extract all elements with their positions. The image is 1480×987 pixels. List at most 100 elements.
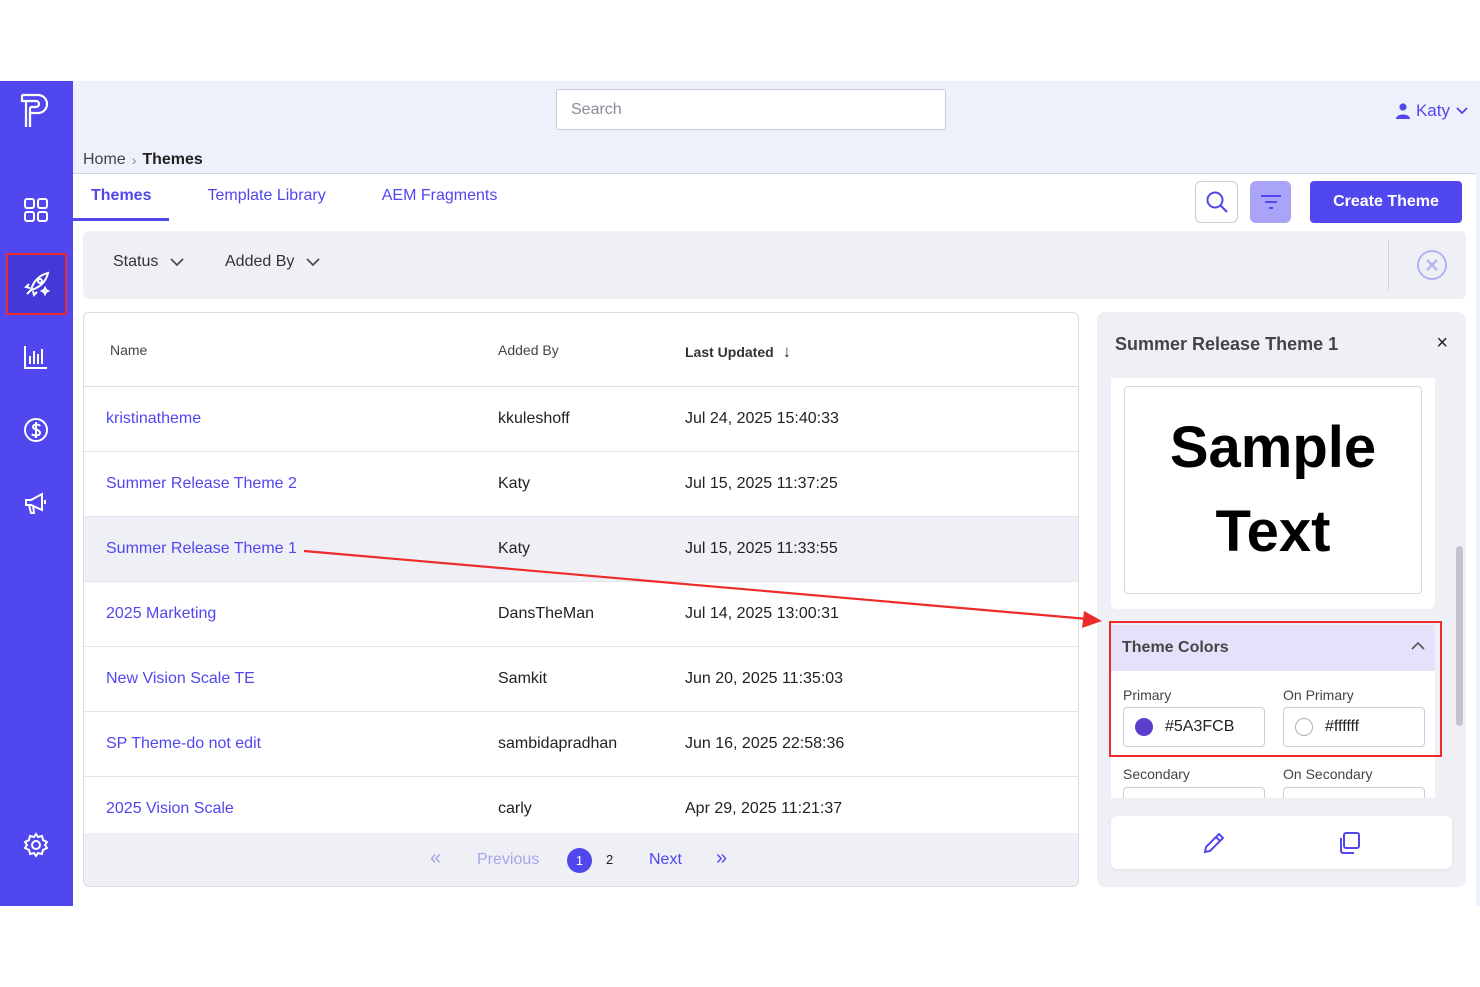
tab-themes[interactable]: Themes — [73, 174, 170, 221]
secondary-color-field[interactable] — [1123, 787, 1265, 798]
theme-detail-panel: Summer Release Theme 1 × Sample Text The… — [1097, 312, 1466, 887]
theme-added-by: kkuleshoff — [498, 410, 570, 427]
filter-toggle-button[interactable] — [1250, 181, 1291, 223]
table-header: Name Added By Last Updated ↓ — [84, 313, 1078, 387]
col-last-updated-label: Last Updated — [685, 344, 774, 360]
user-name: Katy — [1415, 101, 1450, 120]
sample-text-card: Sample Text — [1111, 378, 1435, 609]
table-row[interactable]: 2025 Marketing DansTheMan Jul 14, 2025 1… — [84, 582, 1078, 647]
added-by-filter-label: Added By — [225, 253, 295, 270]
first-page-button[interactable]: « — [430, 847, 441, 870]
secondary-color-label: Secondary — [1123, 766, 1190, 782]
logo-icon[interactable] — [16, 89, 56, 133]
user-menu[interactable]: Katy — [1395, 101, 1468, 121]
theme-colors-accordion-header[interactable]: Theme Colors — [1111, 625, 1435, 671]
tab-bar: Themes Template Library AEM Fragments — [73, 174, 535, 222]
filter-icon — [1260, 195, 1281, 209]
status-filter-dropdown[interactable]: Status — [113, 253, 184, 271]
chevron-up-icon — [1411, 637, 1425, 655]
sample-text-line2: Text — [1215, 499, 1331, 564]
chevron-down-icon — [1456, 107, 1468, 115]
chevron-down-icon — [306, 257, 320, 266]
theme-name-link[interactable]: SP Theme-do not edit — [106, 735, 261, 753]
tab-aem-fragments[interactable]: AEM Fragments — [364, 174, 516, 221]
on-primary-color-field[interactable]: #ffffff — [1283, 707, 1425, 747]
theme-last-updated: Apr 29, 2025 11:21:37 — [685, 800, 843, 817]
col-last-updated-header[interactable]: Last Updated ↓ — [685, 342, 791, 362]
search-input[interactable] — [556, 89, 946, 130]
on-secondary-color-field[interactable] — [1283, 787, 1425, 798]
sample-text-preview: Sample Text — [1124, 386, 1422, 594]
campaigns-megaphone-icon[interactable] — [14, 481, 58, 525]
filter-divider — [1388, 241, 1389, 291]
next-page-button[interactable]: Next — [649, 851, 682, 869]
filter-bar: Status Added By — [83, 231, 1466, 299]
primary-color-field[interactable]: #5A3FCB — [1123, 707, 1265, 747]
search-toggle-button[interactable] — [1195, 181, 1238, 223]
breadcrumb: Home › Themes — [83, 151, 203, 169]
theme-name-link[interactable]: New Vision Scale TE — [106, 670, 255, 688]
theme-last-updated: Jun 16, 2025 22:58:36 — [685, 735, 845, 752]
theme-added-by: Samkit — [498, 670, 547, 687]
theme-name-link[interactable]: Summer Release Theme 2 — [106, 475, 297, 493]
sidebar — [0, 81, 73, 906]
billing-dollar-icon[interactable] — [14, 408, 58, 452]
panel-actions — [1111, 816, 1452, 869]
previous-page-button[interactable]: Previous — [477, 851, 539, 869]
edit-pencil-icon[interactable] — [1199, 828, 1229, 858]
last-page-button[interactable]: » — [716, 847, 727, 870]
theme-last-updated: Jul 14, 2025 13:00:31 — [685, 605, 839, 622]
analytics-icon[interactable] — [14, 335, 58, 379]
theme-name-link[interactable]: 2025 Marketing — [106, 605, 216, 623]
primary-color-value: #5A3FCB — [1165, 718, 1235, 735]
col-name-header[interactable]: Name — [110, 342, 147, 358]
theme-last-updated: Jul 24, 2025 15:40:33 — [685, 410, 839, 427]
app-window: Katy Home › Themes Themes Template Libra… — [0, 81, 1480, 906]
table-row[interactable]: New Vision Scale TE Samkit Jun 20, 2025 … — [84, 647, 1078, 712]
col-added-by-header[interactable]: Added By — [498, 342, 559, 358]
theme-added-by: carly — [498, 800, 532, 817]
table-row-selected[interactable]: Summer Release Theme 1 Katy Jul 15, 2025… — [84, 517, 1078, 582]
on-primary-color-swatch[interactable] — [1295, 718, 1313, 736]
settings-gear-icon[interactable] — [14, 823, 58, 867]
tab-template-library[interactable]: Template Library — [189, 174, 343, 221]
panel-scroll-area[interactable]: Sample Text Theme Colors Primary On Prim… — [1111, 378, 1449, 798]
clear-filters-button[interactable] — [1403, 241, 1461, 289]
panel-scrollbar[interactable] — [1456, 546, 1463, 726]
primary-color-swatch[interactable] — [1135, 718, 1153, 736]
theme-colors-heading: Theme Colors — [1122, 639, 1229, 656]
table-row[interactable]: SP Theme-do not edit sambidapradhan Jun … — [84, 712, 1078, 777]
pagination: « Previous 1 2 Next » — [84, 833, 1078, 886]
breadcrumb-home[interactable]: Home — [83, 151, 126, 169]
sort-desc-icon: ↓ — [782, 342, 792, 361]
close-icon[interactable]: × — [1436, 332, 1448, 355]
theme-last-updated: Jul 15, 2025 11:33:55 — [685, 540, 838, 557]
theme-added-by: sambidapradhan — [498, 735, 618, 752]
status-filter-label: Status — [113, 253, 159, 270]
themes-rocket-icon[interactable] — [6, 253, 67, 315]
chevron-down-icon — [170, 257, 184, 266]
added-by-filter-dropdown[interactable]: Added By — [225, 253, 320, 271]
table-row[interactable]: kristinatheme kkuleshoff Jul 24, 2025 15… — [84, 387, 1078, 452]
create-theme-button[interactable]: Create Theme — [1310, 181, 1462, 223]
on-secondary-color-label: On Secondary — [1283, 766, 1373, 782]
theme-name-link[interactable]: kristinatheme — [106, 410, 201, 428]
theme-added-by: Katy — [498, 540, 531, 557]
table-row[interactable]: Summer Release Theme 2 Katy Jul 15, 2025… — [84, 452, 1078, 517]
page-1-button[interactable]: 1 — [567, 848, 592, 873]
panel-title: Summer Release Theme 1 — [1115, 334, 1339, 354]
theme-colors-section: Primary On Primary #5A3FCB #ffffff Secon… — [1111, 671, 1435, 798]
theme-added-by: Katy — [498, 475, 531, 492]
duplicate-copy-icon[interactable] — [1334, 828, 1364, 858]
primary-color-label: Primary — [1123, 687, 1172, 703]
main-content: Themes Template Library AEM Fragments Cr… — [73, 174, 1476, 906]
on-primary-color-label: On Primary — [1283, 687, 1354, 703]
theme-name-link[interactable]: Summer Release Theme 1 — [106, 540, 297, 558]
theme-last-updated: Jul 15, 2025 11:37:25 — [685, 475, 838, 492]
user-icon — [1395, 103, 1410, 119]
theme-last-updated: Jun 20, 2025 11:35:03 — [685, 670, 844, 687]
theme-name-link[interactable]: 2025 Vision Scale — [106, 800, 234, 818]
page-2-button[interactable]: 2 — [606, 852, 613, 867]
dashboard-icon[interactable] — [14, 188, 58, 232]
top-bar: Katy — [73, 81, 1480, 141]
